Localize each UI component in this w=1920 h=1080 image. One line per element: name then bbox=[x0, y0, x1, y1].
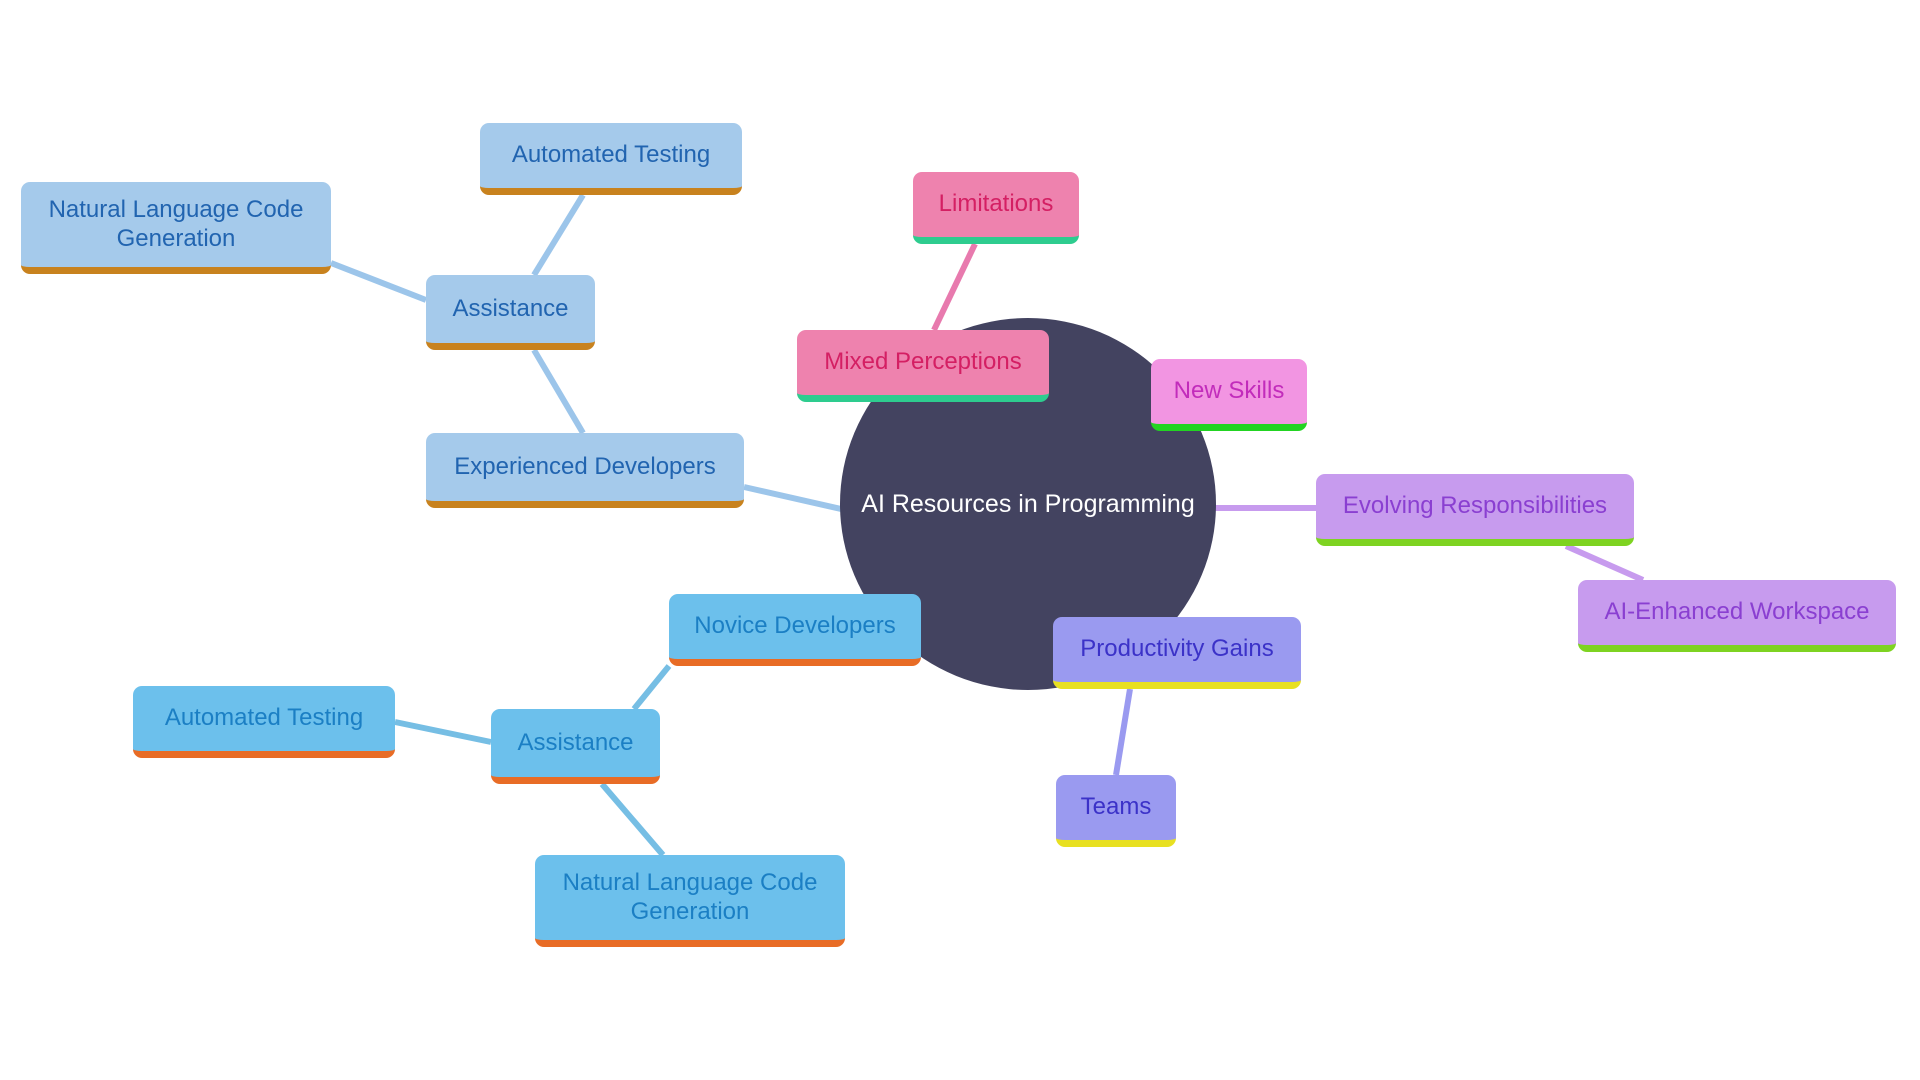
edge-productivity_gains-to-teams bbox=[1113, 688, 1133, 776]
node-assistance_top[interactable]: Assistance bbox=[426, 275, 595, 350]
node-productivity_gains[interactable]: Productivity Gains bbox=[1053, 617, 1301, 689]
node-limitations[interactable]: Limitations bbox=[913, 172, 1079, 244]
node-label-ai_workspace: AI-Enhanced Workspace bbox=[1604, 598, 1870, 626]
node-experienced_devs[interactable]: Experienced Developers bbox=[426, 433, 744, 508]
node-ai_workspace[interactable]: AI-Enhanced Workspace bbox=[1578, 580, 1896, 652]
node-label-evolving_resp: Evolving Responsibilities bbox=[1342, 492, 1608, 520]
node-nlcg_top[interactable]: Natural Language Code Generation bbox=[21, 182, 331, 274]
node-novice_devs[interactable]: Novice Developers bbox=[669, 594, 921, 666]
node-label-new_skills: New Skills bbox=[1173, 377, 1285, 405]
node-label-experienced_devs: Experienced Developers bbox=[454, 452, 716, 480]
edge-nlcg_top-to-assistance_top bbox=[329, 260, 428, 303]
edge-auto_test_top-to-assistance_top bbox=[531, 193, 586, 277]
node-evolving_resp[interactable]: Evolving Responsibilities bbox=[1316, 474, 1634, 546]
edge-assistance_bot-to-nlcg_bot bbox=[599, 782, 666, 857]
node-nlcg_bot[interactable]: Natural Language Code Generation bbox=[535, 855, 845, 947]
mindmap-canvas: AI Resources in Programming Natural Langu… bbox=[0, 0, 1920, 1080]
node-label-limitations: Limitations bbox=[938, 190, 1054, 218]
node-label-auto_test_bot: Automated Testing bbox=[164, 704, 364, 732]
node-label-productivity_gains: Productivity Gains bbox=[1080, 635, 1274, 663]
edge-auto_test_bot-to-assistance_bot bbox=[394, 719, 492, 745]
node-label-novice_devs: Novice Developers bbox=[694, 612, 896, 640]
edge-assistance_top-to-experienced_devs bbox=[531, 348, 586, 435]
node-label-mixed_perceptions: Mixed Perceptions bbox=[824, 348, 1022, 376]
edge-novice_devs-to-assistance_bot bbox=[631, 664, 672, 711]
node-assistance_bot[interactable]: Assistance bbox=[491, 709, 660, 784]
node-mixed_perceptions[interactable]: Mixed Perceptions bbox=[797, 330, 1049, 402]
node-label-assistance_top: Assistance bbox=[452, 294, 569, 322]
node-auto_test_bot[interactable]: Automated Testing bbox=[133, 686, 395, 758]
node-new_skills[interactable]: New Skills bbox=[1151, 359, 1307, 431]
center-node-label: AI Resources in Programming bbox=[861, 489, 1195, 518]
node-label-assistance_bot: Assistance bbox=[517, 728, 634, 756]
node-label-nlcg_bot: Natural Language Code Generation bbox=[562, 869, 818, 925]
node-auto_test_top[interactable]: Automated Testing bbox=[480, 123, 742, 195]
node-label-teams: Teams bbox=[1080, 793, 1152, 821]
node-teams[interactable]: Teams bbox=[1056, 775, 1176, 847]
node-label-nlcg_top: Natural Language Code Generation bbox=[48, 196, 304, 252]
node-label-auto_test_top: Automated Testing bbox=[511, 141, 711, 169]
edge-limitations-to-mixed_perceptions bbox=[931, 242, 978, 332]
edge-evolving_resp-to-ai_workspace bbox=[1564, 543, 1645, 583]
